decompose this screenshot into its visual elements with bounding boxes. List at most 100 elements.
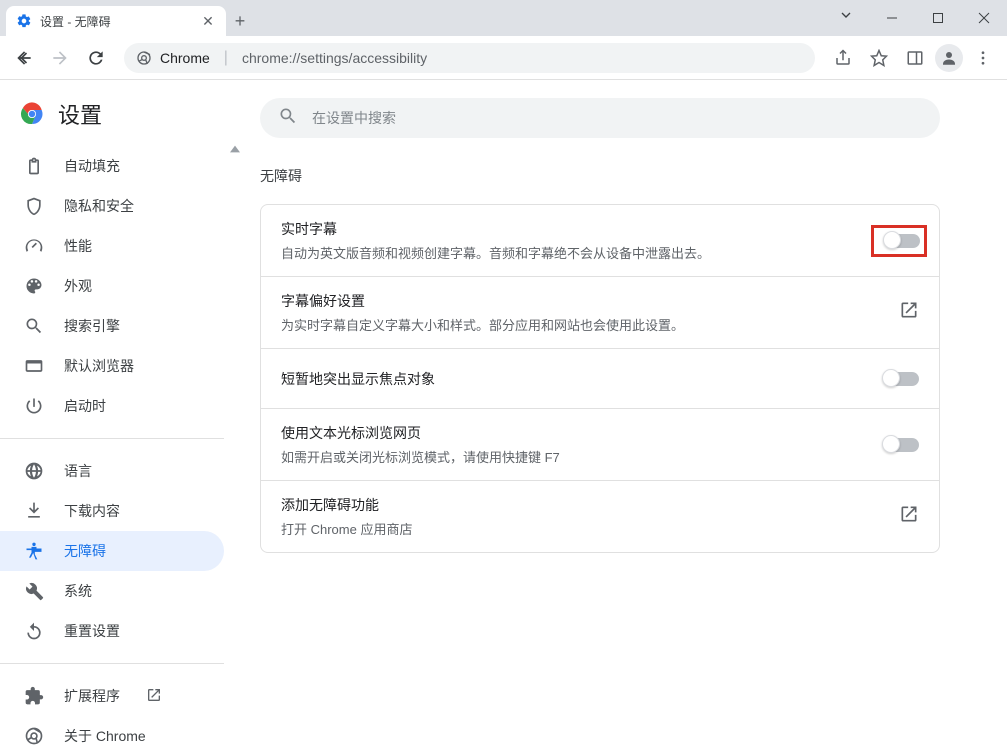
sidebar-item-privacy[interactable]: 隐私和安全 (0, 186, 224, 226)
open-external-icon (899, 300, 919, 325)
speedometer-icon (24, 236, 44, 256)
sidebar-item-label: 下载内容 (64, 501, 120, 521)
browser-toolbar: Chrome | chrome://settings/accessibility (0, 36, 1007, 80)
open-external-icon (146, 687, 162, 706)
settings-search[interactable] (260, 98, 940, 138)
url-divider: | (218, 49, 234, 67)
accessibility-card: 实时字幕 自动为英文版音频和视频创建字幕。音频和字幕绝不会从设备中泄露出去。 字… (260, 204, 940, 553)
sidebar-item-extensions[interactable]: 扩展程序 (0, 676, 224, 716)
sidebar-item-language[interactable]: 语言 (0, 451, 224, 491)
section-title: 无障碍 (260, 166, 979, 186)
sidebar-item-label: 外观 (64, 276, 92, 296)
palette-icon (24, 276, 44, 296)
open-external-icon (899, 504, 919, 529)
url-scheme: Chrome (160, 50, 210, 66)
sidebar-item-default-browser[interactable]: 默认浏览器 (0, 346, 224, 386)
row-live-caption[interactable]: 实时字幕 自动为英文版音频和视频创建字幕。音频和字幕绝不会从设备中泄露出去。 (261, 205, 939, 276)
menu-dots-icon[interactable] (967, 42, 999, 74)
search-input[interactable] (312, 110, 922, 126)
row-subtitle: 为实时字幕自定义字幕大小和样式。部分应用和网站也会使用此设置。 (281, 315, 883, 334)
reset-icon (24, 621, 44, 641)
tab-title: 设置 - 无障碍 (40, 13, 192, 30)
maximize-button[interactable] (915, 3, 961, 33)
chevron-down-icon[interactable] (823, 0, 869, 30)
row-title: 添加无障碍功能 (281, 495, 883, 515)
row-caret-browsing[interactable]: 使用文本光标浏览网页 如需开启或关闭光标浏览模式，请使用快捷键 F7 (261, 408, 939, 480)
bookmark-icon[interactable] (863, 42, 895, 74)
close-window-button[interactable] (961, 3, 1007, 33)
sidebar-item-label: 性能 (64, 236, 92, 256)
back-button[interactable] (8, 42, 40, 74)
reload-button[interactable] (80, 42, 112, 74)
accessibility-icon (24, 541, 44, 561)
globe-icon (24, 461, 44, 481)
close-icon[interactable]: ✕ (200, 13, 216, 29)
browser-tab[interactable]: 设置 - 无障碍 ✕ (6, 6, 226, 36)
row-subtitle: 自动为英文版音频和视频创建字幕。音频和字幕绝不会从设备中泄露出去。 (281, 243, 863, 262)
sidebar-item-label: 关于 Chrome (64, 726, 146, 746)
shield-icon (24, 196, 44, 216)
download-icon (24, 501, 44, 521)
profile-avatar[interactable] (935, 44, 963, 72)
row-title: 实时字幕 (281, 219, 863, 239)
sidebar-item-label: 启动时 (64, 396, 106, 416)
share-icon[interactable] (827, 42, 859, 74)
window-titlebar: 设置 - 无障碍 ✕ + (0, 0, 1007, 36)
row-subtitle: 打开 Chrome 应用商店 (281, 519, 883, 538)
highlight-annotation (871, 225, 927, 257)
url-path: chrome://settings/accessibility (242, 50, 427, 66)
extension-icon (24, 686, 44, 706)
row-focus-highlight[interactable]: 短暂地突出显示焦点对象 (261, 348, 939, 408)
sidebar-item-accessibility[interactable]: 无障碍 (0, 531, 224, 571)
chrome-circle-icon (136, 50, 152, 66)
sidebar-item-downloads[interactable]: 下载内容 (0, 491, 224, 531)
settings-header: 设置 (0, 88, 240, 146)
row-title: 字幕偏好设置 (281, 291, 883, 311)
forward-button[interactable] (44, 42, 76, 74)
browser-icon (24, 356, 44, 376)
search-icon (24, 316, 44, 336)
row-subtitle: 如需开启或关闭光标浏览模式，请使用快捷键 F7 (281, 447, 867, 466)
chrome-logo-icon (20, 102, 44, 126)
sidebar-divider (0, 663, 224, 664)
toggle-caret-browsing[interactable] (883, 438, 919, 452)
sidebar-item-about[interactable]: 关于 Chrome (0, 716, 224, 756)
row-title: 短暂地突出显示焦点对象 (281, 369, 867, 389)
sidebar-item-label: 隐私和安全 (64, 196, 134, 216)
side-panel-icon[interactable] (899, 42, 931, 74)
sidebar-item-label: 系统 (64, 581, 92, 601)
gear-icon (16, 13, 32, 29)
sidebar-item-reset[interactable]: 重置设置 (0, 611, 224, 651)
row-add-accessibility[interactable]: 添加无障碍功能 打开 Chrome 应用商店 (261, 480, 939, 552)
sidebar-item-performance[interactable]: 性能 (0, 226, 224, 266)
row-caption-preferences[interactable]: 字幕偏好设置 为实时字幕自定义字幕大小和样式。部分应用和网站也会使用此设置。 (261, 276, 939, 348)
sidebar-item-search[interactable]: 搜索引擎 (0, 306, 224, 346)
page-header-title: 设置 (58, 98, 102, 130)
search-icon (278, 106, 298, 131)
sidebar-item-label: 默认浏览器 (64, 356, 134, 376)
minimize-button[interactable] (869, 3, 915, 33)
power-icon (24, 396, 44, 416)
sidebar-item-appearance[interactable]: 外观 (0, 266, 224, 306)
settings-sidebar: 设置 自动填充 隐私和安全 性能 外观 搜索引擎 (0, 80, 240, 738)
sidebar-item-label: 搜索引擎 (64, 316, 120, 336)
sidebar-item-label: 语言 (64, 461, 92, 481)
sidebar-item-label: 自动填充 (64, 156, 120, 176)
settings-main: 无障碍 实时字幕 自动为英文版音频和视频创建字幕。音频和字幕绝不会从设备中泄露出… (240, 80, 1007, 738)
sidebar-item-system[interactable]: 系统 (0, 571, 224, 611)
address-bar[interactable]: Chrome | chrome://settings/accessibility (124, 43, 815, 73)
sidebar-item-autofill[interactable]: 自动填充 (0, 146, 224, 186)
chevron-up-icon (230, 140, 238, 152)
row-title: 使用文本光标浏览网页 (281, 423, 867, 443)
sidebar-divider (0, 438, 224, 439)
wrench-icon (24, 581, 44, 601)
new-tab-button[interactable]: + (226, 6, 254, 36)
sidebar-item-on-startup[interactable]: 启动时 (0, 386, 224, 426)
toggle-live-caption[interactable] (884, 234, 920, 248)
toggle-focus-highlight[interactable] (883, 372, 919, 386)
sidebar-item-label: 扩展程序 (64, 686, 120, 706)
chrome-outline-icon (24, 726, 44, 746)
sidebar-item-label: 重置设置 (64, 621, 120, 641)
clipboard-icon (24, 156, 44, 176)
sidebar-item-label: 无障碍 (64, 541, 106, 561)
